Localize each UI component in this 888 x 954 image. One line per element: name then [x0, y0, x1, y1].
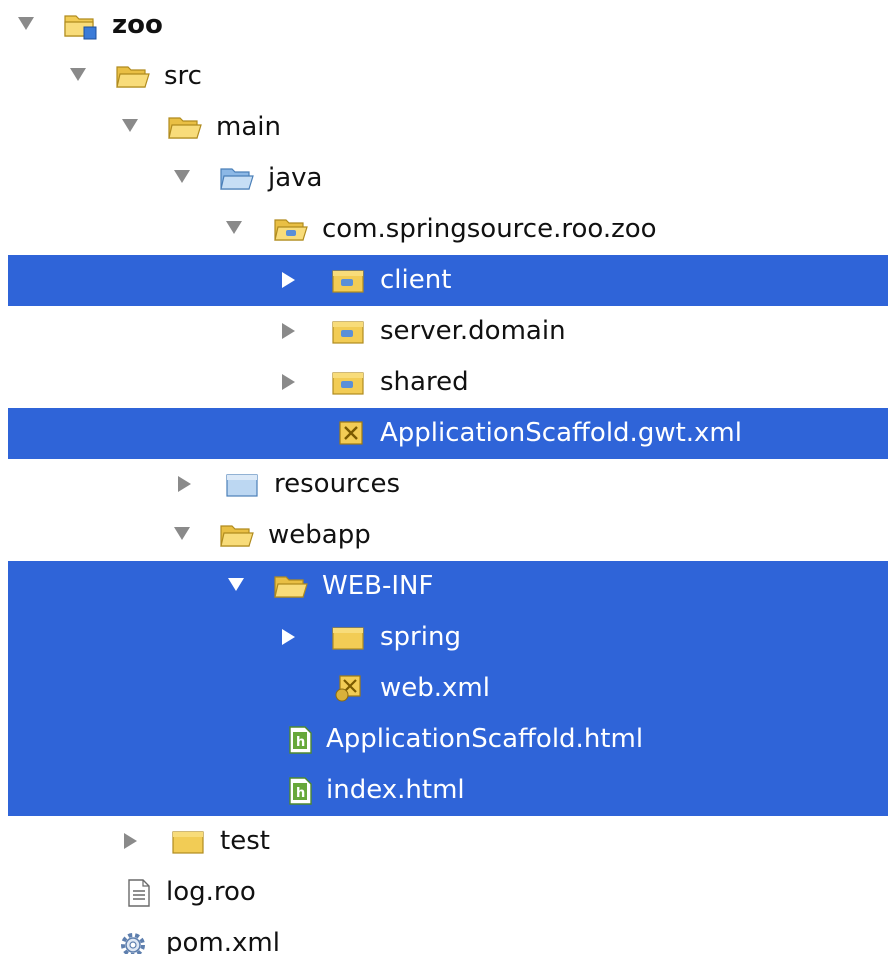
collapse-arrow-icon[interactable] — [282, 629, 295, 645]
package-icon — [332, 318, 364, 344]
tree-item-index-html[interactable]: h index.html — [8, 765, 888, 816]
tree-item-label: resources — [274, 469, 401, 499]
tree-item-label: spring — [380, 622, 461, 652]
svg-text:h: h — [296, 735, 305, 750]
tree-item-label: zoo — [112, 10, 163, 40]
tree-item-main[interactable]: main — [8, 102, 888, 153]
tree-item-java[interactable]: java — [8, 153, 888, 204]
gear-icon — [118, 930, 148, 954]
tree-item-label: main — [216, 112, 281, 142]
tree-item-label: log.roo — [166, 877, 256, 907]
open-folder-icon — [168, 114, 202, 140]
tree-item-web-xml[interactable]: web.xml — [8, 663, 888, 714]
expand-arrow-icon[interactable] — [18, 17, 34, 30]
open-folder-icon — [116, 63, 150, 89]
tree-item-zoo[interactable]: zoo — [8, 0, 888, 51]
tree-item-label: shared — [380, 367, 469, 397]
tree-item-src[interactable]: src — [8, 51, 888, 102]
tree-item-label: client — [380, 265, 452, 295]
tree-item-log-roo[interactable]: log.roo — [8, 867, 888, 918]
project-folder-icon — [64, 12, 97, 40]
tree-item-pom-xml[interactable]: pom.xml — [8, 918, 888, 954]
tree-item-gwt-xml[interactable]: ApplicationScaffold.gwt.xml — [8, 408, 888, 459]
tree-item-label: src — [164, 61, 202, 91]
source-folder-icon — [220, 165, 254, 191]
expand-arrow-icon[interactable] — [122, 119, 138, 132]
tree-item-webapp[interactable]: webapp — [8, 510, 888, 561]
tree-item-label: ApplicationScaffold.html — [326, 724, 644, 754]
tree-item-server-domain[interactable]: server.domain — [8, 306, 888, 357]
collapse-arrow-icon[interactable] — [282, 272, 295, 288]
tree-item-package-root[interactable]: com.springsource.roo.zoo — [8, 204, 888, 255]
tree-item-label: pom.xml — [166, 928, 280, 954]
xml-file-icon — [338, 420, 368, 446]
open-folder-icon — [220, 522, 254, 548]
tree-item-label: test — [220, 826, 270, 856]
expand-arrow-icon[interactable] — [226, 221, 242, 234]
collapse-arrow-icon[interactable] — [178, 476, 191, 492]
text-file-icon — [126, 879, 156, 907]
package-open-icon — [274, 216, 308, 242]
tree-item-label: java — [268, 163, 323, 193]
tree-item-label: web.xml — [380, 673, 490, 703]
project-explorer-tree: zoo src main java com.springsource.roo.z… — [0, 0, 888, 954]
expand-arrow-icon[interactable] — [174, 527, 190, 540]
tree-item-label: com.springsource.roo.zoo — [322, 214, 657, 244]
collapse-arrow-icon[interactable] — [282, 323, 295, 339]
tree-item-app-html[interactable]: h ApplicationScaffold.html — [8, 714, 888, 765]
tree-item-label: server.domain — [380, 316, 566, 346]
tree-item-spring[interactable]: spring — [8, 612, 888, 663]
tree-item-client[interactable]: client — [8, 255, 888, 306]
tree-item-test[interactable]: test — [8, 816, 888, 867]
tree-item-web-inf[interactable]: WEB-INF — [8, 561, 888, 612]
tree-item-resources[interactable]: resources — [8, 459, 888, 510]
tree-item-shared[interactable]: shared — [8, 357, 888, 408]
folder-icon — [332, 624, 364, 650]
expand-arrow-icon[interactable] — [228, 578, 244, 591]
tree-item-label: index.html — [326, 775, 465, 805]
tree-item-label: webapp — [268, 520, 371, 550]
tree-item-label: ApplicationScaffold.gwt.xml — [380, 418, 742, 448]
html-file-icon: h — [288, 726, 318, 754]
expand-arrow-icon[interactable] — [174, 170, 190, 183]
source-folder-icon — [226, 471, 258, 497]
html-file-icon: h — [288, 777, 318, 805]
open-folder-icon — [274, 573, 308, 599]
tree-item-label: WEB-INF — [322, 571, 434, 601]
xml-config-file-icon — [334, 675, 364, 702]
collapse-arrow-icon[interactable] — [282, 374, 295, 390]
expand-arrow-icon[interactable] — [70, 68, 86, 81]
package-icon — [332, 267, 364, 293]
folder-icon — [172, 828, 204, 854]
collapse-arrow-icon[interactable] — [124, 833, 137, 849]
svg-text:h: h — [296, 786, 305, 801]
package-icon — [332, 369, 364, 395]
